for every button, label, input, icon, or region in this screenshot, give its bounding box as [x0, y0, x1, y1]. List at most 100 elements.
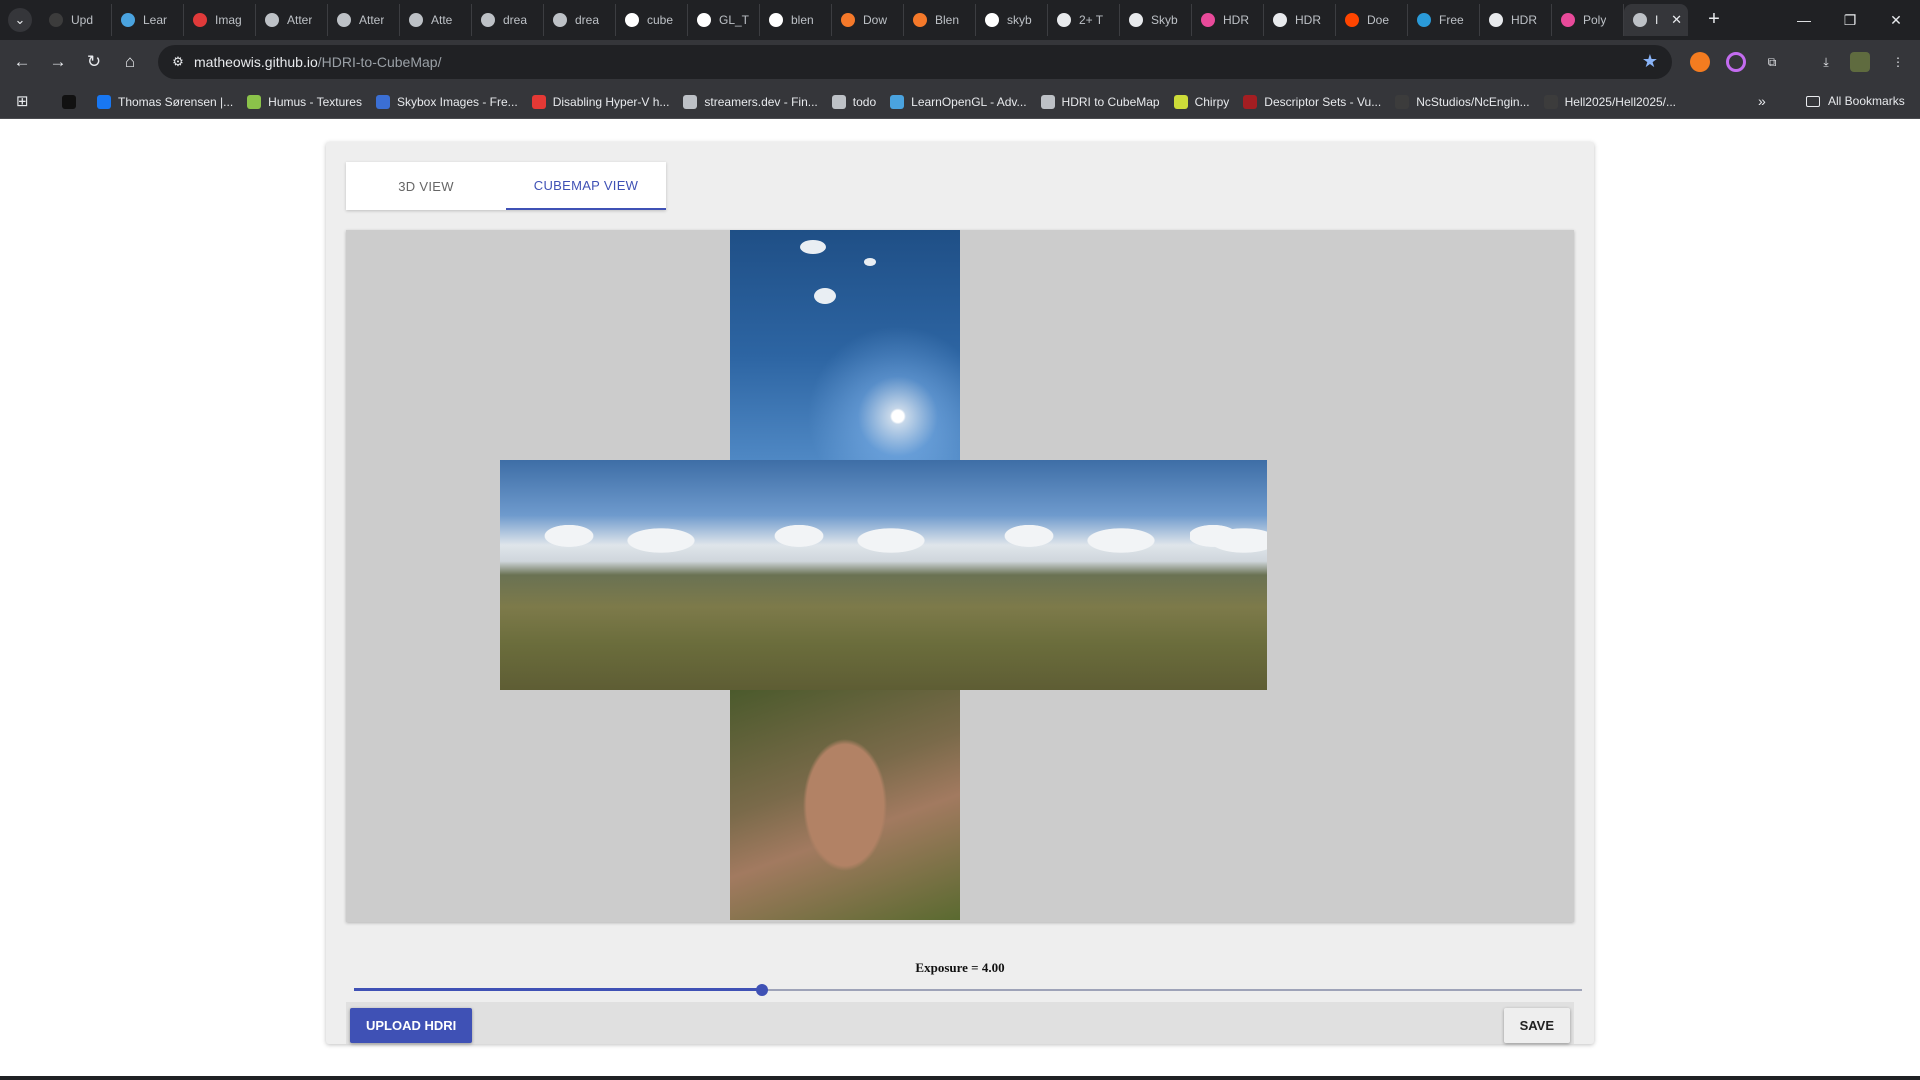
extension-ring-icon[interactable] [1726, 52, 1746, 72]
action-bar: UPLOAD HDRI SAVE [346, 1002, 1574, 1044]
vulkan-icon [1243, 95, 1258, 109]
browser-tab-active[interactable]: I ✕ [1624, 4, 1688, 36]
bookmark-label: Humus - Textures [268, 95, 362, 109]
bookmark-label: todo [852, 95, 877, 109]
browser-tab-bar: ⌄ Upd Lear Imag Atter Atter Atte drea drea cube G… [0, 0, 1920, 40]
browser-tab[interactable]: Atte [400, 4, 472, 36]
back-arrow-icon[interactable]: ← [10, 50, 34, 74]
bookmark-item[interactable]: Descriptor Sets - Vu... [1243, 95, 1381, 109]
browser-tab[interactable]: 2+ T [1048, 4, 1120, 36]
browser-tab-title: HDR [1295, 13, 1321, 27]
slider-thumb[interactable] [755, 984, 768, 996]
apps-grid-icon[interactable]: ⊞ [16, 93, 34, 111]
browser-tab[interactable]: Atter [328, 4, 400, 36]
browser-tab[interactable]: skyb [976, 4, 1048, 36]
browser-menu-icon[interactable]: ⋮ [1888, 52, 1908, 72]
tab-cubemap-view[interactable]: CUBEMAP VIEW [506, 162, 666, 210]
arrow-site-icon [1417, 13, 1431, 27]
bookmark-item[interactable]: Chirpy [1173, 95, 1229, 109]
browser-tab-title: I [1655, 13, 1659, 27]
profile-avatar[interactable] [1850, 52, 1870, 72]
bookmark-item[interactable]: streamers.dev - Fin... [683, 95, 818, 109]
browser-tab[interactable]: Blen [904, 4, 976, 36]
google-icon [769, 13, 783, 27]
bookmark-label: LearnOpenGL - Adv... [911, 95, 1027, 109]
globe-icon [481, 13, 495, 27]
bookmark-list: Thomas Sørensen |... Humus - Textures Skyb… [62, 85, 1690, 119]
all-bookmarks-button[interactable]: All Bookmarks [1806, 94, 1905, 108]
bookmark-star-icon[interactable]: ★ [1642, 51, 1658, 72]
globe-icon [553, 13, 567, 27]
browser-tab-title: cube [647, 13, 674, 27]
browser-tab[interactable]: Upd [40, 4, 112, 36]
cubemap-face-top [730, 230, 960, 460]
bookmark-item[interactable]: Skybox Images - Fre... [375, 95, 518, 109]
browser-tab[interactable]: HDR [1264, 4, 1336, 36]
browser-tab[interactable]: Imag [184, 4, 256, 36]
window-bottom-edge [0, 1076, 1920, 1080]
browser-tab[interactable]: drea [544, 4, 616, 36]
minimize-icon[interactable]: — [1792, 8, 1816, 32]
bookmark-item[interactable]: HDRI to CubeMap [1040, 95, 1160, 109]
site-info-icon[interactable]: ⚙ [168, 52, 188, 72]
browser-tab-title: Dow [863, 13, 888, 27]
browser-tab[interactable]: Poly [1552, 4, 1624, 36]
bookmark-item[interactable] [62, 95, 83, 109]
upload-hdri-button[interactable]: UPLOAD HDRI [350, 1008, 473, 1043]
url-text[interactable]: matheowis.github.io/HDRI-to-CubeMap/ [194, 54, 441, 70]
exposure-slider[interactable] [354, 980, 1582, 1000]
more-bookmarks-chevron-icon[interactable]: » [1758, 93, 1766, 109]
browser-tab-title: Lear [143, 13, 168, 27]
chirpy-icon [1173, 95, 1188, 109]
address-bar[interactable]: ⚙ matheowis.github.io/HDRI-to-CubeMap/ ★ [158, 45, 1672, 79]
reddit-icon [1345, 13, 1359, 27]
bookmark-item[interactable]: todo [831, 95, 877, 109]
browser-tab[interactable]: drea [472, 4, 544, 36]
browser-tab-title: GL_T [719, 13, 750, 27]
restore-icon[interactable]: ❐ [1838, 8, 1862, 32]
browser-tab[interactable]: Lear [112, 4, 184, 36]
browser-tab-title: drea [503, 13, 528, 27]
bookmark-item[interactable]: Disabling Hyper-V h... [531, 95, 670, 109]
browser-tab[interactable]: Skyb [1120, 4, 1192, 36]
browser-tab[interactable]: HDR [1192, 4, 1264, 36]
browser-tab-title: Doe [1367, 13, 1390, 27]
extension-orange-icon[interactable] [1690, 52, 1710, 72]
tab-3d-view[interactable]: 3D VIEW [346, 162, 506, 210]
reload-icon[interactable]: ↻ [82, 50, 106, 74]
github-dark-icon [1543, 95, 1558, 109]
bookmark-label: Disabling Hyper-V h... [552, 95, 670, 109]
new-tab-plus-icon[interactable]: + [1702, 8, 1726, 32]
tab-strip: Upd Lear Imag Atter Atter Atte drea drea cube GL_… [40, 4, 1688, 36]
cubemap-canvas[interactable] [346, 230, 1574, 922]
browser-tab[interactable]: Dow [832, 4, 904, 36]
browser-tab[interactable]: cube [616, 4, 688, 36]
home-icon[interactable]: ⌂ [118, 50, 142, 74]
browser-tab[interactable]: HDR [1480, 4, 1552, 36]
bookmark-item[interactable]: Thomas Sørensen |... [97, 95, 233, 109]
globe-icon [265, 13, 279, 27]
browser-tab[interactable]: Atter [256, 4, 328, 36]
close-window-icon[interactable]: ✕ [1884, 8, 1908, 32]
globe-icon [337, 13, 351, 27]
bookmark-item[interactable]: Humus - Textures [247, 95, 362, 109]
browser-tab[interactable]: blen [760, 4, 832, 36]
learnopengl-icon [121, 13, 135, 27]
forward-arrow-icon[interactable]: → [46, 50, 70, 74]
tab-search-chevron-icon[interactable]: ⌄ [8, 8, 32, 32]
browser-tab[interactable]: Free [1408, 4, 1480, 36]
browser-tab[interactable]: Doe [1336, 4, 1408, 36]
bookmark-item[interactable]: NcStudios/NcEngin... [1395, 95, 1530, 109]
view-tabs: 3D VIEW CUBEMAP VIEW [346, 162, 666, 210]
save-button[interactable]: SAVE [1503, 1008, 1570, 1043]
globe-icon [409, 13, 423, 27]
extensions-puzzle-icon[interactable]: ⧉ [1762, 52, 1782, 72]
download-icon[interactable]: ⤓ [1816, 52, 1836, 72]
tab-close-icon[interactable]: ✕ [1671, 12, 1682, 28]
bookmarks-bar: ⊞ Thomas Sørensen |... Humus - Textures Sk… [0, 85, 1920, 119]
page-content: 3D VIEW CUBEMAP VIEW Exposure = 4.00 UPL… [0, 120, 1920, 1076]
bookmark-item[interactable]: Hell2025/Hell2025/... [1543, 95, 1676, 109]
browser-tab[interactable]: GL_T [688, 4, 760, 36]
browser-tab-title: Free [1439, 13, 1464, 27]
bookmark-item[interactable]: LearnOpenGL - Adv... [890, 95, 1027, 109]
